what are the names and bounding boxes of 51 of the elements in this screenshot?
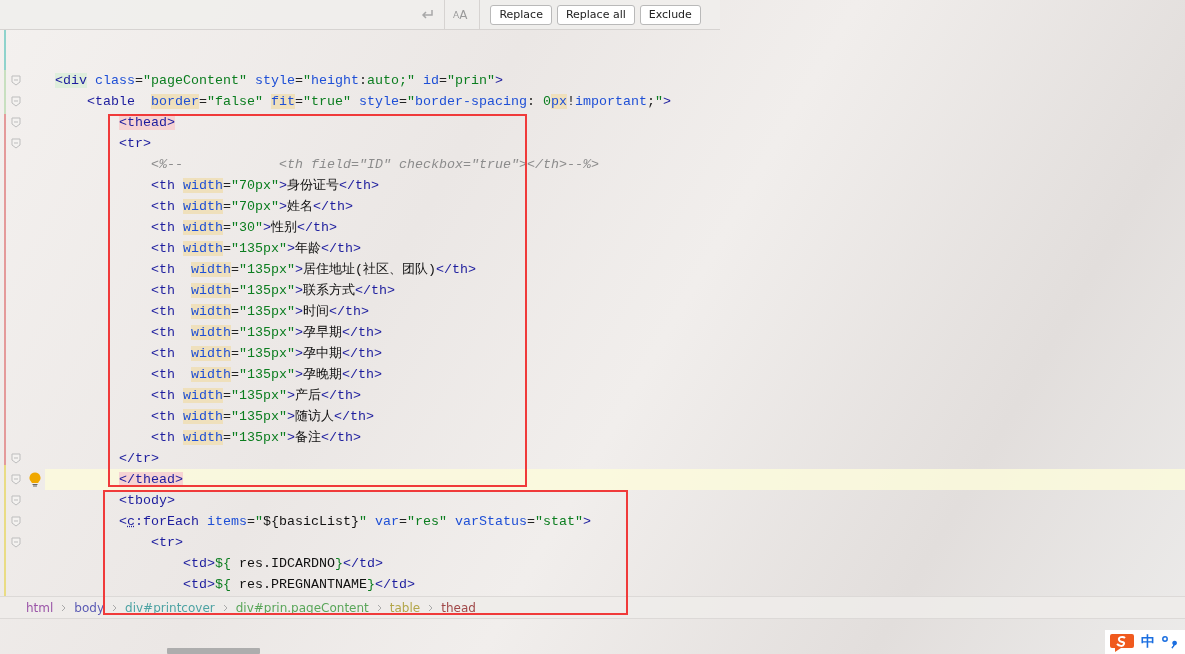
- fold-marker-icon[interactable]: [11, 537, 21, 548]
- lightbulb-icon[interactable]: [29, 472, 41, 487]
- code-line: <tbody>: [118, 492, 176, 510]
- return-arrow-icon[interactable]: [420, 8, 434, 21]
- breadcrumb-item[interactable]: div#prin.pageContent: [235, 600, 369, 615]
- chevron-right-icon: [112, 603, 118, 612]
- code-line: <td>${ res.IDCARDNO}</td>: [182, 555, 384, 573]
- code-line: <th width="135px">居住地址(社区、团队)</th>: [150, 261, 477, 279]
- fold-marker-icon[interactable]: [11, 117, 21, 128]
- code-line: <td>${ res.PREGNANTNAME}</td>: [182, 576, 416, 594]
- code-line: <th width="135px">孕中期</th>: [150, 345, 383, 363]
- code-line: <table border="false" fit="true" style="border-spacing: 0px!important;">: [86, 93, 672, 111]
- fold-marker-icon[interactable]: [11, 516, 21, 527]
- breadcrumb-item[interactable]: thead: [441, 600, 476, 615]
- fold-marker-icon[interactable]: [11, 495, 21, 506]
- chevron-right-icon: [428, 603, 434, 612]
- code-line: </tr>: [118, 450, 160, 468]
- fold-marker-icon[interactable]: [11, 75, 21, 86]
- code-line: <th width="135px">时间</th>: [150, 303, 370, 321]
- code-line: <th width="135px">备注</th>: [150, 429, 362, 447]
- code-line: <th width="135px">随访人</th>: [150, 408, 375, 426]
- code-line: <th width="30">性别</th>: [150, 219, 338, 237]
- fold-marker-icon[interactable]: [11, 138, 21, 149]
- breadcrumb-item[interactable]: body: [74, 600, 105, 615]
- chevron-right-icon: [376, 603, 382, 612]
- fold-marker-icon[interactable]: [11, 96, 21, 107]
- fold-marker-icon[interactable]: [11, 474, 21, 485]
- code-line: <th width="70px">姓名</th>: [150, 198, 354, 216]
- chevron-right-icon: [61, 603, 67, 612]
- find-action-button[interactable]: Replace: [490, 4, 552, 25]
- ime-logo-icon[interactable]: [1109, 632, 1135, 652]
- chevron-right-icon: [222, 603, 228, 612]
- code-line: <tr>: [118, 135, 152, 153]
- match-case-toggle[interactable]: AA: [444, 0, 481, 30]
- breadcrumb-item[interactable]: html: [26, 600, 54, 615]
- find-action-button[interactable]: Replace all: [556, 4, 635, 25]
- code-line: <th width="135px">联系方式</th>: [150, 282, 396, 300]
- fold-marker-icon[interactable]: [11, 453, 21, 464]
- ime-mode-indicator[interactable]: 中: [1141, 633, 1155, 651]
- code-line: <th width="70px">身份证号</th>: [150, 177, 380, 195]
- code-line: <th width="135px">孕晚期</th>: [150, 366, 383, 384]
- code-line: <th width="135px">孕早期</th>: [150, 324, 383, 342]
- find-action-button[interactable]: Exclude: [639, 4, 701, 25]
- code-line: <div class="pageContent" style="height:auto;" id="prin">: [54, 72, 504, 90]
- scrollbar-thumb[interactable]: [167, 648, 260, 654]
- code-line: <tr>: [150, 534, 184, 552]
- code-line: <th width="135px">年龄</th>: [150, 240, 362, 258]
- code-line: <th width="135px">产后</th>: [150, 387, 362, 405]
- code-line: <c:forEach items="${basicList}" var="res" varStatus="stat">: [118, 513, 592, 531]
- breadcrumb-item[interactable]: div#printcover: [125, 600, 215, 615]
- punctuation-icon[interactable]: [1161, 635, 1177, 649]
